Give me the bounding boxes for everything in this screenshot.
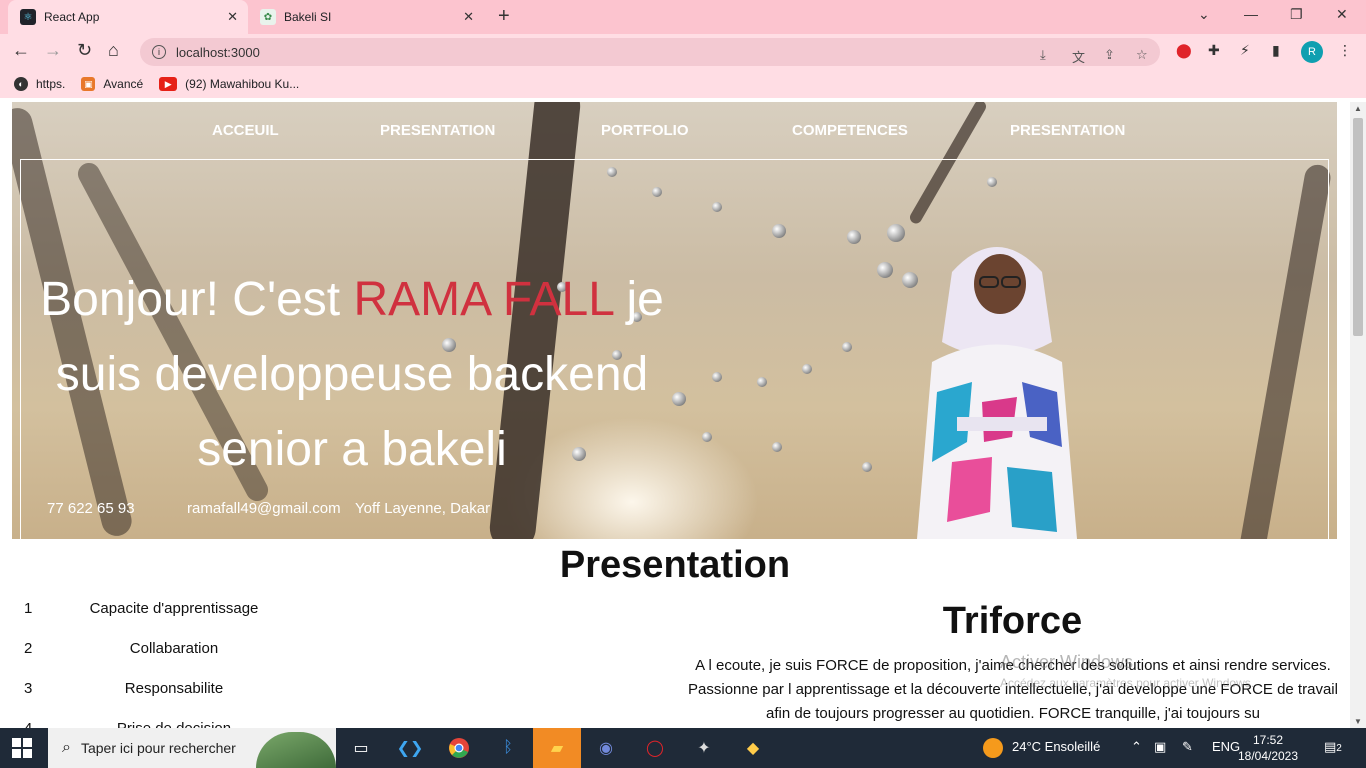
tab-react-app[interactable]: ⚛ React App ✕ — [8, 0, 248, 34]
clock-date: 18/04/2023 — [1237, 749, 1299, 763]
tab-title: Bakeli SI — [284, 10, 332, 24]
minimize-button[interactable]: — — [1244, 6, 1258, 22]
task-view-icon[interactable]: ▭ — [348, 736, 374, 760]
side-panel-icon[interactable]: ▮ — [1272, 42, 1280, 59]
bakeli-icon: ✿ — [260, 9, 276, 25]
activate-windows-watermark: Activer Windows — [1000, 652, 1134, 672]
taskbar-search[interactable]: ⌕ Taper ici pour rechercher — [48, 728, 336, 768]
profile-avatar[interactable]: R — [1301, 41, 1323, 63]
tray-expand-icon[interactable]: ⌃ — [1131, 739, 1142, 755]
contact-phone: 77 622 65 93 — [47, 500, 135, 517]
youtube-icon: ▶ — [159, 77, 178, 91]
react-icon: ⚛ — [20, 9, 36, 25]
forward-icon[interactable]: → — [44, 40, 62, 61]
bookmarks-bar: ◐ https. ▣ Avancé ▶ (92) Mawahibou Ku... — [0, 70, 1366, 98]
search-icon: ⌕ — [62, 739, 71, 756]
nav-competences[interactable]: COMPETENCES — [792, 122, 908, 139]
scrollbar-thumb[interactable] — [1353, 118, 1363, 336]
performance-icon[interactable]: ⚡ — [1240, 42, 1250, 59]
browser-tab-bar: ⚛ React App ✕ ✿ Bakeli SI ✕ + ⌄ — ❐ ✕ — [0, 0, 1366, 34]
tab-title: React App — [44, 10, 100, 24]
page-viewport: ACCEUIL PRESENTATION PORTFOLIO COMPETENC… — [0, 102, 1366, 728]
pen-icon[interactable]: ✎ — [1182, 739, 1193, 755]
bookmark-https[interactable]: ◐ https. — [14, 77, 65, 91]
scroll-up-icon[interactable]: ▲ — [1354, 104, 1362, 113]
clock-time: 17:52 — [1252, 733, 1284, 747]
skill-item: 2 Collabaration — [24, 640, 219, 657]
weather-sun-icon — [983, 738, 1003, 758]
hero-section: ACCEUIL PRESENTATION PORTFOLIO COMPETENC… — [12, 102, 1337, 539]
app-icon[interactable]: ✦ — [691, 736, 717, 760]
tab-search-icon[interactable]: ⌄ — [1198, 6, 1210, 23]
install-icon[interactable]: ⤓ — [1040, 47, 1046, 63]
share-icon[interactable]: ⇪ — [1104, 47, 1115, 63]
chrome-icon[interactable] — [446, 736, 472, 760]
back-icon[interactable]: ← — [12, 40, 30, 61]
close-window-button[interactable]: ✕ — [1336, 6, 1348, 23]
translate-icon[interactable]: 文 — [1072, 47, 1085, 66]
bookmark-star-icon[interactable]: ☆ — [1136, 47, 1148, 63]
search-highlight-image — [256, 732, 336, 768]
hero-name: RAMA FALL — [353, 273, 614, 326]
contact-address: Yoff Layenne, Dakar — [355, 500, 491, 517]
discord-icon[interactable]: ◉ — [593, 736, 619, 760]
file-explorer-icon[interactable]: ▰ — [544, 736, 570, 760]
taskbar-clock[interactable]: 17:52 18/04/2023 — [1236, 732, 1300, 764]
skill-item: 1 Capacite d'apprentissage — [24, 600, 259, 617]
nav-presentation[interactable]: PRESENTATION — [380, 122, 495, 139]
vscode-icon[interactable]: ❮❯ — [397, 736, 424, 760]
activate-windows-subtext: Accédez aux paramètres pour activer Wind… — [1000, 676, 1255, 690]
opera-extension-icon[interactable]: ⬤ — [1176, 42, 1192, 59]
hero-headline: Bonjour! C'est RAMA FALL je suis develop… — [40, 273, 664, 476]
bluetooth-icon[interactable]: ᛒ — [495, 736, 521, 760]
bookmark-youtube[interactable]: ▶ (92) Mawahibou Ku... — [159, 77, 299, 91]
presentation-title: Presentation — [559, 544, 791, 586]
site-info-icon[interactable]: i — [152, 45, 166, 59]
nav-accueil[interactable]: ACCEUIL — [212, 122, 279, 139]
globe-icon: ◐ — [14, 77, 28, 91]
home-icon[interactable]: ⌂ — [108, 40, 119, 61]
restore-button[interactable]: ❐ — [1290, 6, 1303, 23]
new-tab-button[interactable]: + — [498, 5, 510, 28]
windows-taskbar: ⌕ Taper ici pour rechercher ▭ ❮❯ ᛒ ▰ ◉ ◯… — [0, 728, 1366, 768]
address-bar[interactable]: i localhost:3000 ⤓ 文 ⇪ ☆ — [140, 38, 1160, 66]
extensions-icon[interactable]: ✚ — [1208, 42, 1220, 59]
scroll-down-icon[interactable]: ▼ — [1354, 717, 1362, 726]
windows-start-icon[interactable] — [12, 738, 32, 758]
notification-icon[interactable]: ▤2 — [1324, 739, 1342, 755]
skill-item: 3 Responsabilite — [24, 680, 224, 697]
network-icon[interactable]: ▣ — [1154, 739, 1166, 755]
skill-item: 4 Prise de decision — [24, 720, 324, 728]
url-text: localhost:3000 — [176, 44, 260, 60]
nav-presentation-2[interactable]: PRESENTATION — [1010, 122, 1125, 139]
reload-icon[interactable]: ↻ — [77, 40, 92, 61]
tab-bakeli[interactable]: ✿ Bakeli SI ✕ — [250, 0, 484, 34]
page-scrollbar[interactable]: ▲ ▼ — [1350, 102, 1366, 728]
close-tab-icon[interactable]: ✕ — [463, 9, 474, 25]
contact-email: ramafall49@gmail.com — [187, 500, 341, 517]
app-icon: ▣ — [81, 77, 96, 91]
weather-text[interactable]: 24°C Ensoleillé — [1012, 739, 1100, 754]
nav-portfolio[interactable]: PORTFOLIO — [601, 122, 689, 139]
menu-icon[interactable]: ⋮ — [1338, 42, 1352, 59]
opera-icon[interactable]: ◯ — [642, 736, 668, 760]
triforce-title: Triforce — [942, 600, 1083, 642]
git-app-icon[interactable]: ◆ — [740, 736, 766, 760]
close-tab-icon[interactable]: ✕ — [227, 9, 238, 25]
bookmark-avance[interactable]: ▣ Avancé — [81, 77, 143, 91]
browser-toolbar: ← → ↻ ⌂ i localhost:3000 ⤓ 文 ⇪ ☆ ⬤ ✚ ⚡ ▮… — [0, 34, 1366, 70]
